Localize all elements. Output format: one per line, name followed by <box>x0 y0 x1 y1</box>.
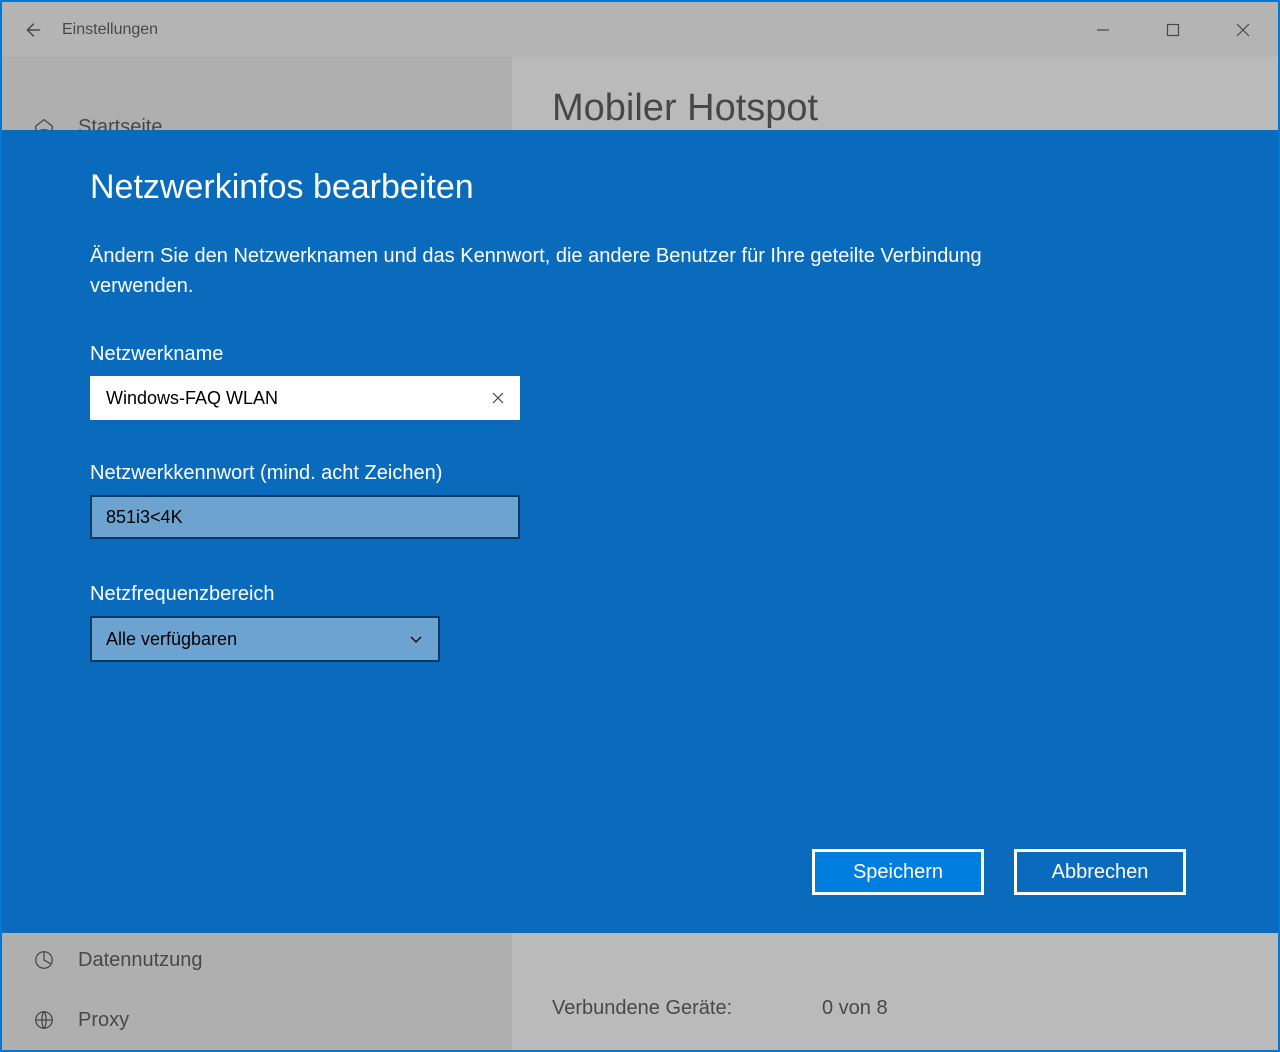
save-button[interactable]: Speichern <box>812 849 984 895</box>
clear-input-button[interactable] <box>476 376 520 420</box>
network-name-input[interactable] <box>90 376 520 420</box>
dialog-button-row: Speichern Abbrechen <box>90 849 1190 895</box>
dialog-title: Netzwerkinfos bearbeiten <box>90 168 1190 207</box>
network-band-label: Netzfrequenzbereich <box>90 583 1190 606</box>
close-icon <box>491 391 505 405</box>
network-password-label: Netzwerkkennwort (mind. acht Zeichen) <box>90 462 1190 485</box>
chevron-down-icon <box>408 631 424 647</box>
network-name-field-wrap <box>90 376 520 420</box>
cancel-button[interactable]: Abbrechen <box>1014 849 1186 895</box>
dialog-description: Ändern Sie den Netzwerknamen und das Ken… <box>90 241 1010 301</box>
network-password-input[interactable] <box>90 495 520 539</box>
edit-network-info-dialog: Netzwerkinfos bearbeiten Ändern Sie den … <box>2 130 1278 933</box>
network-name-label: Netzwerkname <box>90 343 1190 366</box>
network-band-value: Alle verfügbaren <box>106 629 237 650</box>
network-band-select[interactable]: Alle verfügbaren <box>90 616 440 662</box>
